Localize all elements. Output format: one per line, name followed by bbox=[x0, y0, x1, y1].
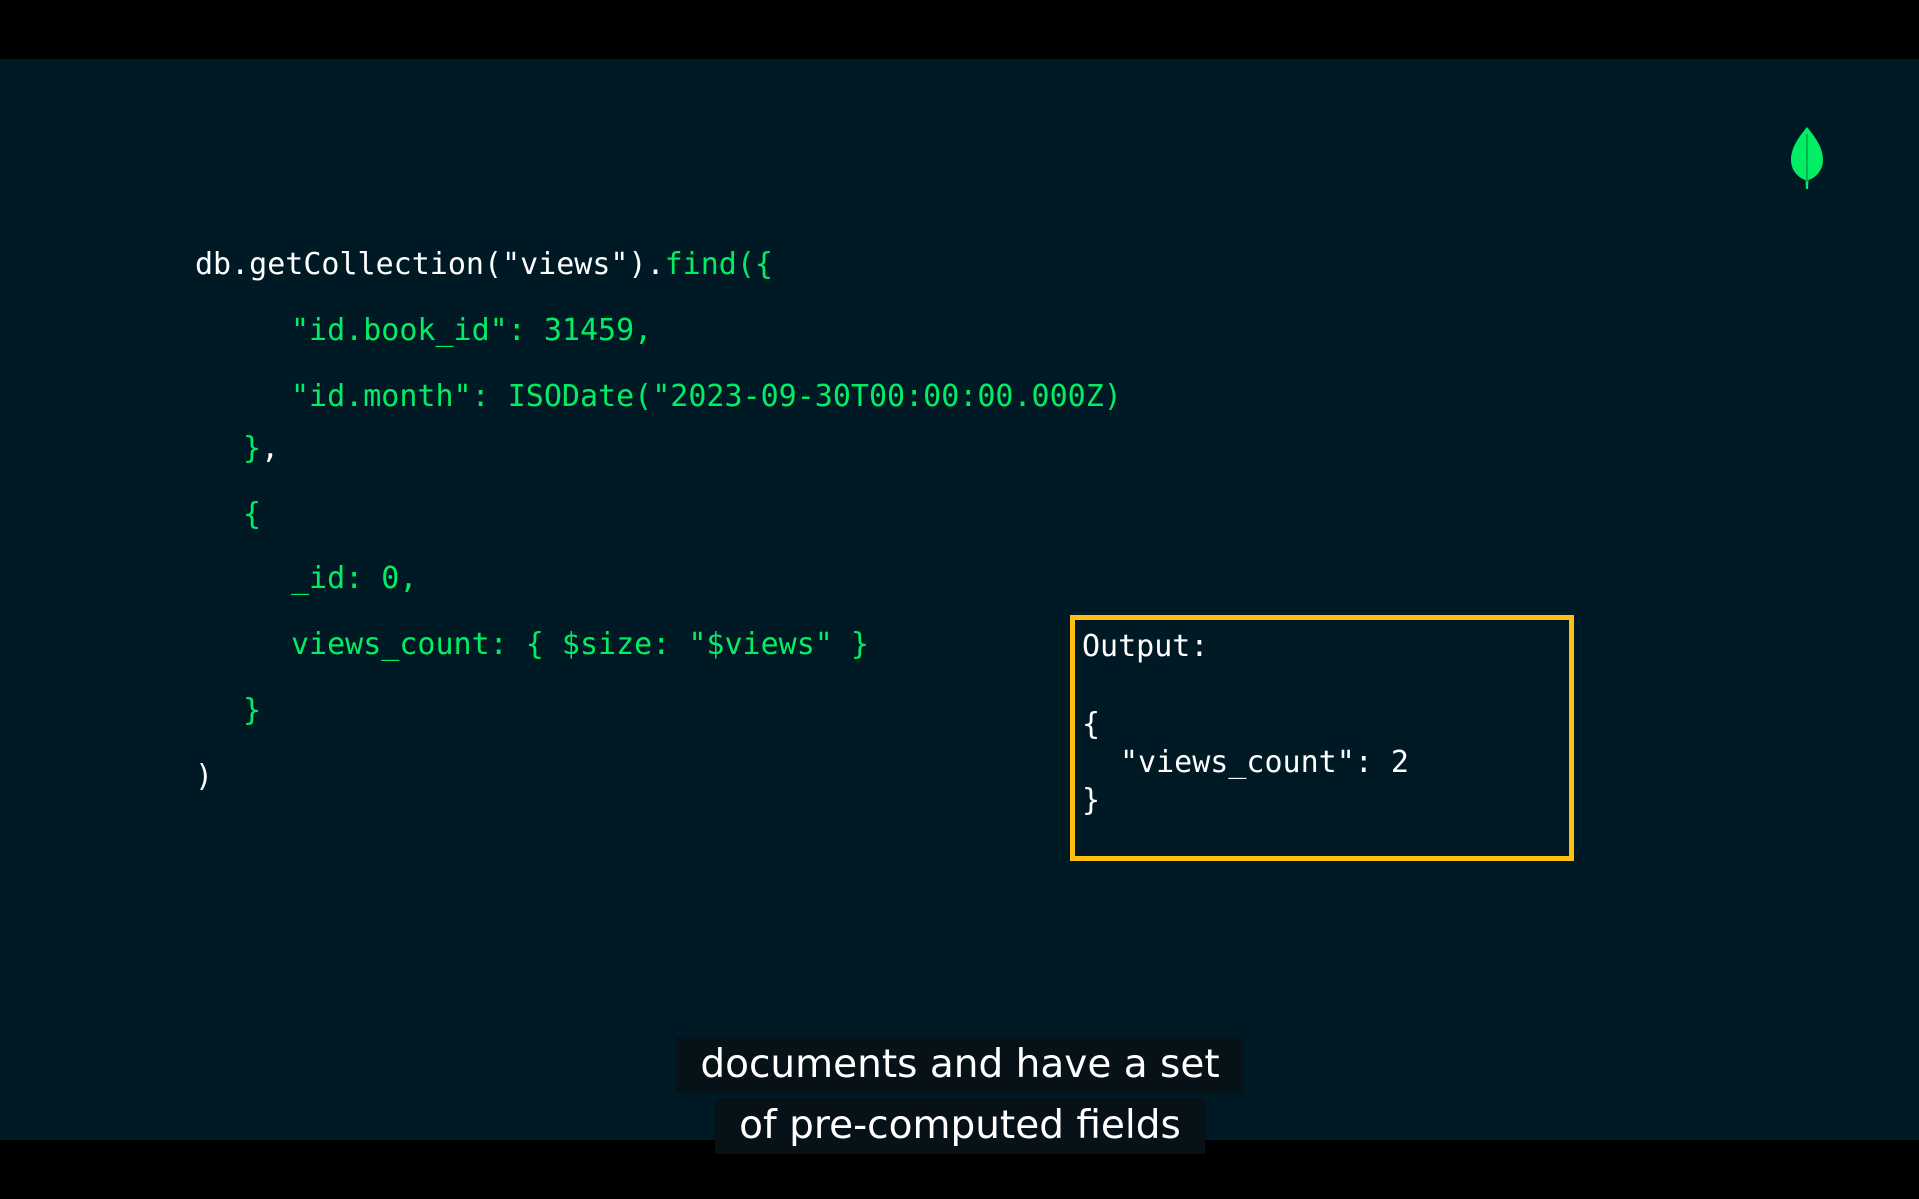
code-line-1: db.getCollection("views").find({ bbox=[195, 247, 773, 283]
code-line-9: ) bbox=[195, 759, 214, 794]
output-field: "views_count": 2 bbox=[1120, 745, 1409, 780]
code-line-4: }, bbox=[243, 431, 279, 467]
subtitle-line-2: of pre-computed fields bbox=[715, 1098, 1205, 1154]
output-close-brace: } bbox=[1082, 783, 1101, 818]
code-close-brace: } bbox=[243, 431, 262, 466]
code-line-6: _id: 0, bbox=[291, 561, 418, 596]
output-label: Output: bbox=[1082, 629, 1209, 664]
letterbox-top bbox=[0, 0, 1919, 59]
code-collection-call: db.getCollection("views"). bbox=[195, 247, 665, 282]
code-line-5: { bbox=[243, 497, 262, 532]
code-line-7: views_count: { $size: "$views" } bbox=[291, 627, 869, 662]
slide bbox=[0, 59, 1919, 1140]
code-comma: , bbox=[261, 431, 280, 466]
code-line-8: } bbox=[243, 693, 262, 728]
mongodb-leaf-icon bbox=[1791, 127, 1823, 189]
code-find-call: find({ bbox=[664, 247, 773, 282]
code-line-2: "id.book_id": 31459, bbox=[291, 313, 653, 348]
video-frame: db.getCollection("views").find({ "id.boo… bbox=[0, 0, 1919, 1199]
output-open-brace: { bbox=[1082, 707, 1101, 742]
subtitle-line-1: documents and have a set bbox=[676, 1037, 1244, 1093]
code-line-3: "id.month": ISODate("2023-09-30T00:00:00… bbox=[291, 379, 1122, 414]
